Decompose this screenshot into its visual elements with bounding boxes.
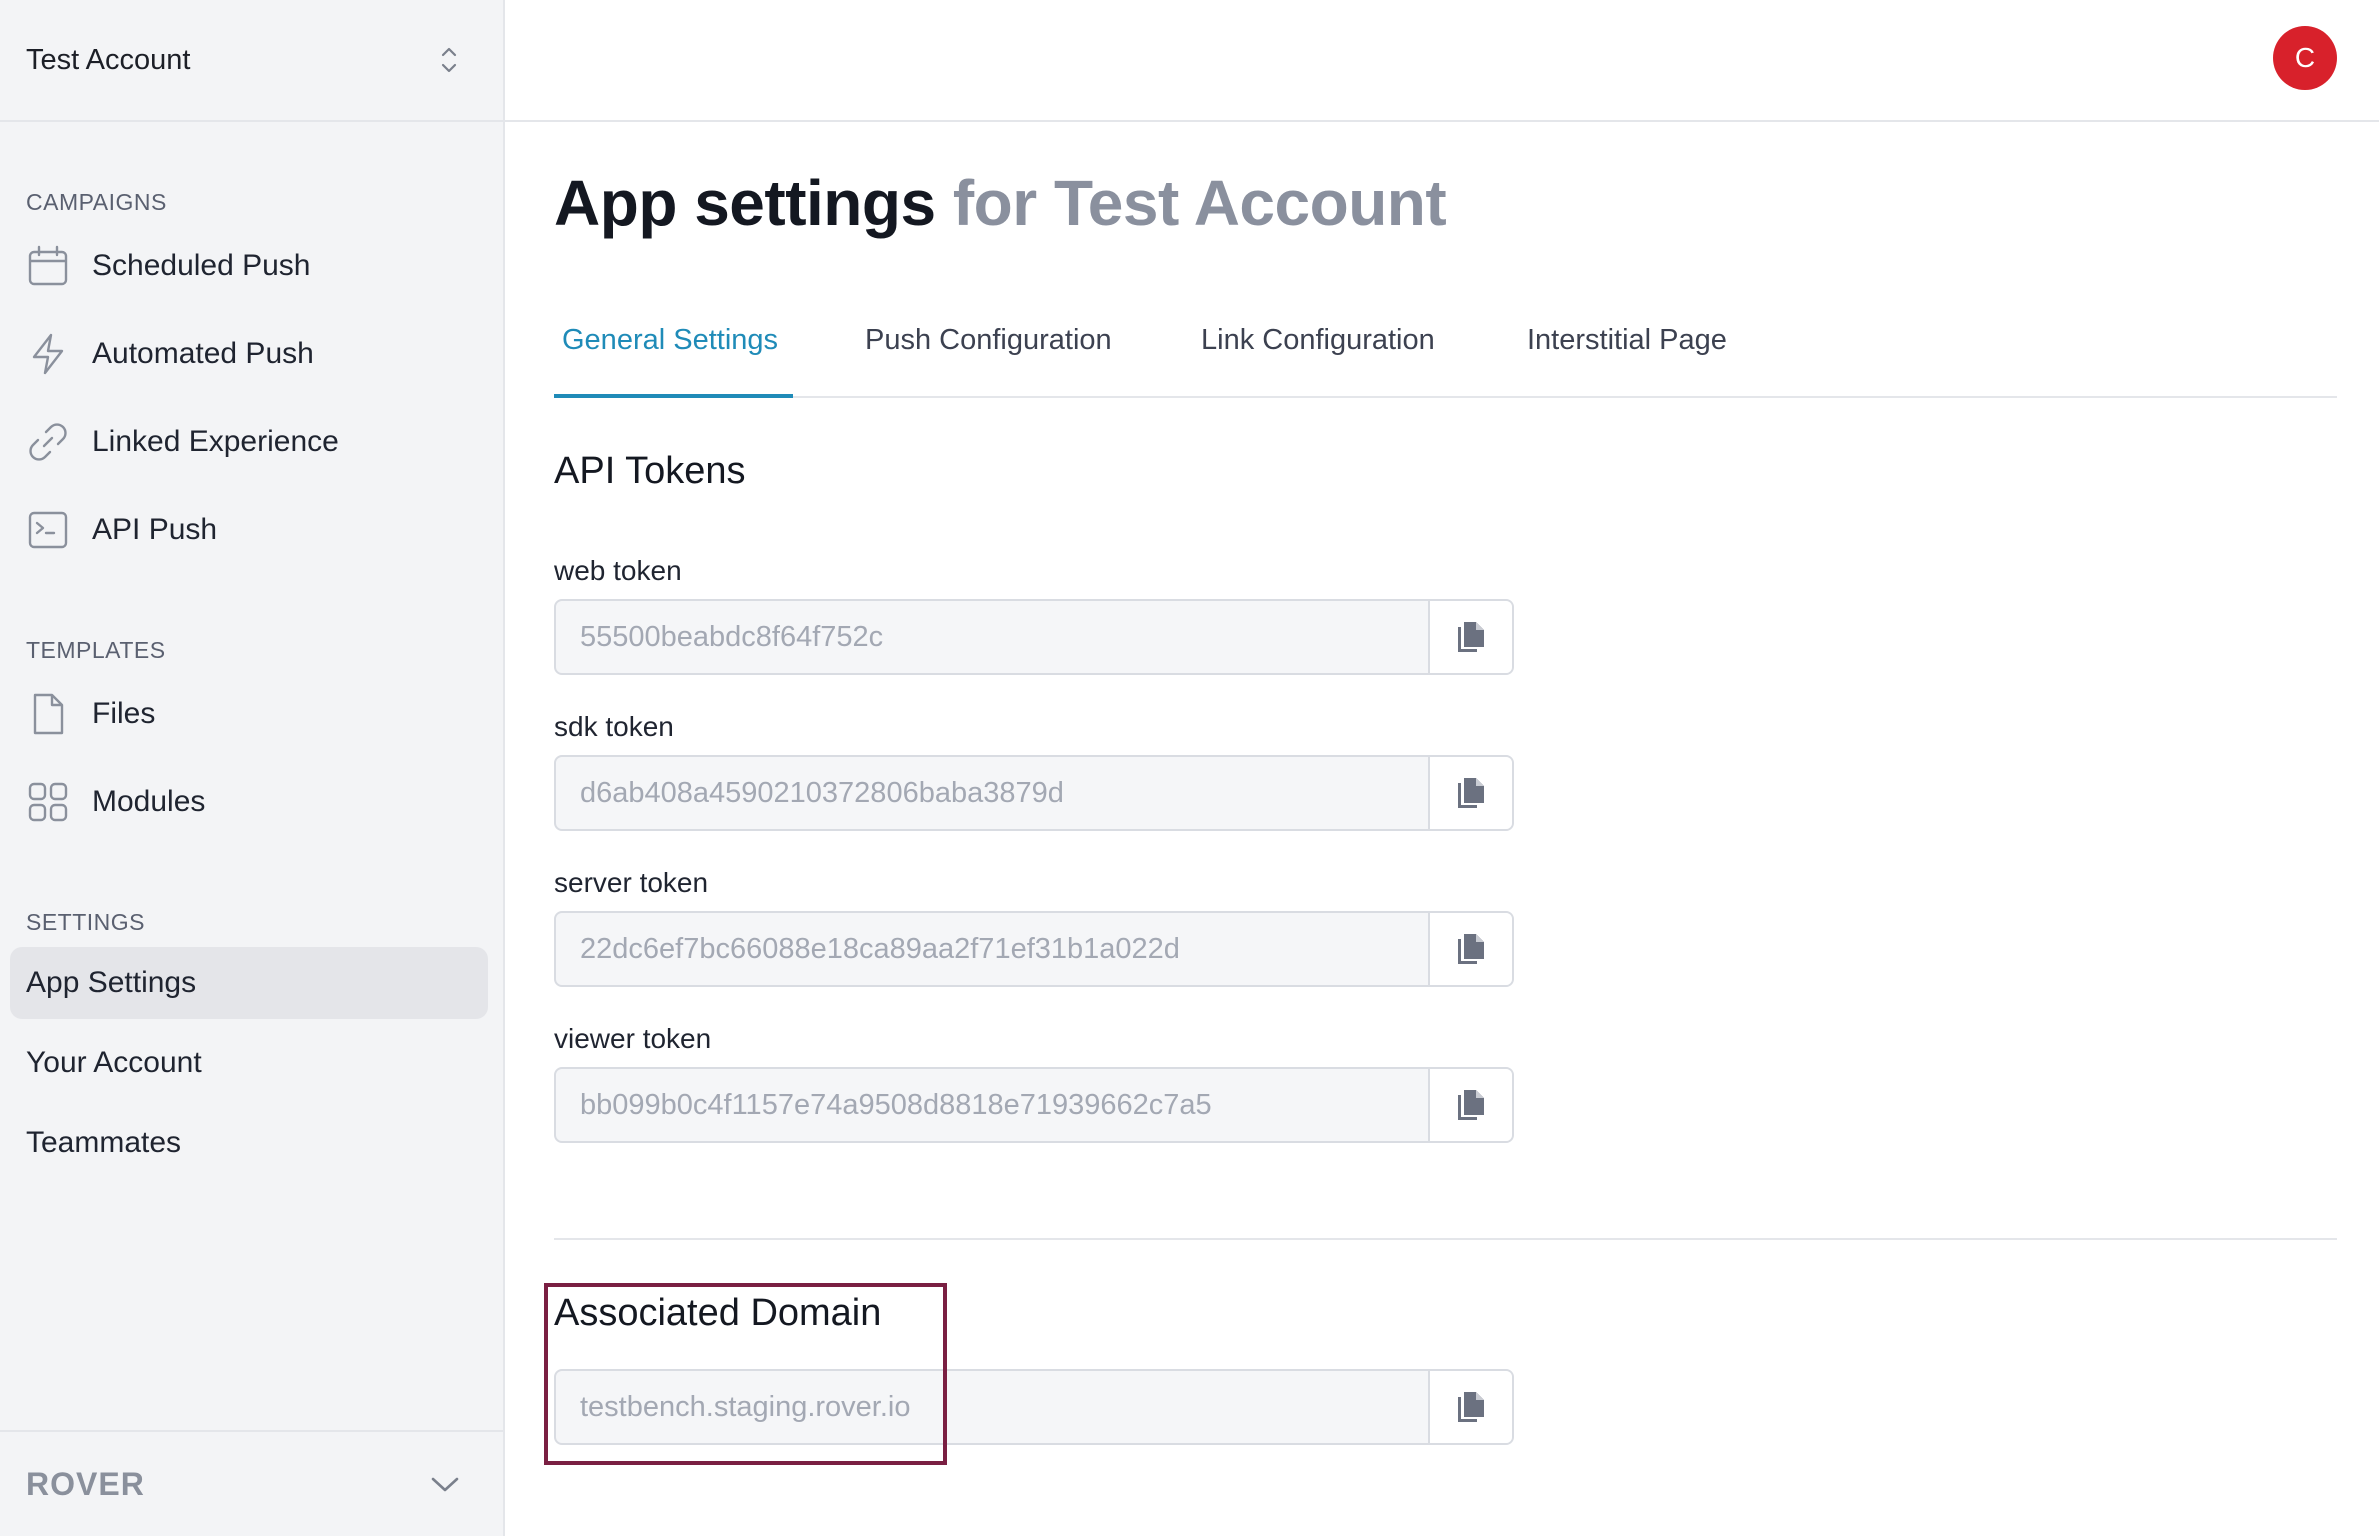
- web-token-label: web token: [554, 555, 682, 586]
- rover-logo: ROVER: [26, 1465, 145, 1502]
- sdk-token-label: sdk token: [554, 711, 674, 742]
- sidebar-item-label: Your Account: [26, 1046, 202, 1079]
- active-tab-indicator: [554, 394, 793, 398]
- sidebar-item-app-settings[interactable]: App Settings: [10, 947, 488, 1019]
- tab-interstitial-page[interactable]: Interstitial Page: [1527, 324, 1727, 357]
- server-token-field: 22dc6ef7bc66088e18ca89aa2f71ef31b1a022d: [554, 911, 1514, 987]
- sidebar-item-automated-push[interactable]: Automated Push: [10, 318, 488, 390]
- settings-tabs: General Settings Push Configuration Link…: [554, 300, 2337, 398]
- sidebar-item-label: Teammates: [26, 1126, 182, 1159]
- copy-icon: [1458, 622, 1484, 652]
- file-icon: [26, 692, 70, 736]
- server-token-label: server token: [554, 867, 709, 898]
- section-label-campaigns: CAMPAIGNS: [26, 189, 167, 215]
- account-name: Test Account: [26, 43, 191, 76]
- section-label-templates: TEMPLATES: [26, 637, 166, 663]
- account-switcher[interactable]: Test Account: [0, 0, 503, 122]
- copy-viewer-token-button[interactable]: [1428, 1069, 1512, 1141]
- highlight-box: [544, 1283, 947, 1465]
- viewer-token-value[interactable]: bb099b0c4f1157e74a9508d8818e71939662c7a5: [556, 1069, 1428, 1141]
- viewer-token-field: bb099b0c4f1157e74a9508d8818e71939662c7a5: [554, 1067, 1514, 1143]
- viewer-token-label: viewer token: [554, 1023, 712, 1054]
- sidebar-item-teammates[interactable]: Teammates: [10, 1107, 488, 1179]
- lightning-icon: [26, 332, 70, 376]
- sidebar-item-label: Modules: [92, 785, 206, 818]
- server-token-value[interactable]: 22dc6ef7bc66088e18ca89aa2f71ef31b1a022d: [556, 913, 1428, 985]
- copy-associated-domain-button[interactable]: [1428, 1371, 1512, 1443]
- sidebar-item-modules[interactable]: Modules: [10, 766, 488, 838]
- terminal-icon: [26, 508, 70, 552]
- avatar[interactable]: C: [2273, 26, 2337, 90]
- link-icon: [26, 420, 70, 464]
- copy-server-token-button[interactable]: [1428, 913, 1512, 985]
- sidebar-item-label: Scheduled Push: [92, 249, 311, 282]
- copy-web-token-button[interactable]: [1428, 601, 1512, 673]
- sidebar-item-scheduled-push[interactable]: Scheduled Push: [10, 230, 488, 302]
- page-title-main: App settings: [554, 167, 936, 239]
- sidebar-item-label: Automated Push: [92, 337, 314, 370]
- sidebar-item-label: Linked Experience: [92, 425, 339, 458]
- top-bar: C: [505, 0, 2379, 122]
- sidebar: Test Account CAMPAIGNS Scheduled Push Au…: [0, 0, 505, 1536]
- sidebar-item-label: API Push: [92, 513, 218, 546]
- chevron-up-down-icon: [441, 47, 457, 73]
- sidebar-item-api-push[interactable]: API Push: [10, 494, 488, 566]
- copy-icon: [1458, 778, 1484, 808]
- chevron-down-icon: [431, 1477, 459, 1492]
- section-label-settings: SETTINGS: [26, 909, 146, 935]
- copy-icon: [1458, 1090, 1484, 1120]
- page-title-suffix: for Test Account: [952, 167, 1447, 239]
- sdk-token-value[interactable]: d6ab408a4590210372806baba3879d: [556, 757, 1428, 829]
- tab-general-settings[interactable]: General Settings: [562, 324, 778, 357]
- sdk-token-field: d6ab408a4590210372806baba3879d: [554, 755, 1514, 831]
- section-divider: [554, 1238, 2337, 1240]
- sidebar-item-label: Files: [92, 697, 156, 730]
- grid-icon: [26, 780, 70, 824]
- sidebar-item-label: App Settings: [26, 966, 197, 999]
- sidebar-item-files[interactable]: Files: [10, 678, 488, 750]
- copy-icon: [1458, 1392, 1484, 1422]
- api-tokens-heading: API Tokens: [554, 450, 746, 492]
- org-switcher[interactable]: ROVER: [0, 1430, 503, 1536]
- web-token-value[interactable]: 55500beabdc8f64f752c: [556, 601, 1428, 673]
- copy-icon: [1458, 934, 1484, 964]
- web-token-field: 55500beabdc8f64f752c: [554, 599, 1514, 675]
- sidebar-item-linked-experience[interactable]: Linked Experience: [10, 406, 488, 478]
- sidebar-item-your-account[interactable]: Your Account: [10, 1027, 488, 1099]
- calendar-icon: [26, 244, 70, 288]
- copy-sdk-token-button[interactable]: [1428, 757, 1512, 829]
- tab-push-configuration[interactable]: Push Configuration: [865, 324, 1112, 357]
- tab-link-configuration[interactable]: Link Configuration: [1201, 324, 1435, 357]
- page-title: App settings for Test Account: [554, 166, 1447, 240]
